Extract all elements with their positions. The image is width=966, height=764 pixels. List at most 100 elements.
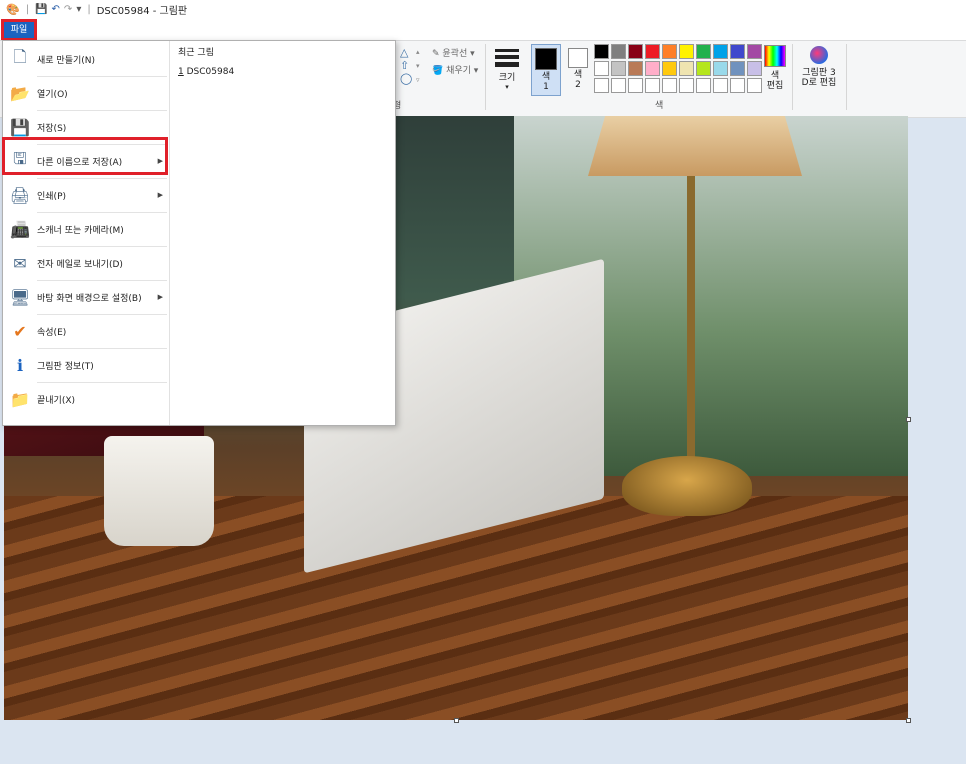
color1-button[interactable]: 색 1 — [531, 44, 561, 96]
color-spectrum-icon — [764, 45, 786, 67]
size-button[interactable]: 크기 ▾ — [493, 46, 521, 91]
colors-group-label: 색 — [655, 101, 664, 111]
file-menu-item[interactable]: ✔ 속성(E) — [3, 314, 169, 348]
submenu-arrow-icon: ▶ — [157, 191, 163, 199]
file-menu: 🗋 새로 만들기(N) 📂 열기(O) 💾 저장(S) 🖫 다른 이름으로 저장(A) ▶ 🖨 인쇄… — [2, 40, 396, 426]
file-menu-item[interactable]: 🗋 새로 만들기(N) — [3, 42, 169, 76]
palette-swatch[interactable] — [628, 44, 643, 59]
file-menu-item[interactable]: ℹ 그림판 정보(T) — [3, 348, 169, 382]
toolbar-separator: | — [25, 4, 30, 15]
palette-swatch[interactable] — [645, 44, 660, 59]
edit-colors-label: 색 편집 — [766, 71, 784, 91]
file-menu-item-label: 새로 만들기(N) — [37, 55, 96, 66]
edit-with-paint3d-button[interactable]: 그림판 3 D로 편집 — [797, 46, 841, 88]
open-folder-icon: 📂 — [10, 83, 30, 103]
palette-swatch[interactable] — [662, 78, 677, 93]
palette-swatch[interactable] — [713, 78, 728, 93]
palette-swatch[interactable] — [730, 44, 745, 59]
ribbon-tab-row — [0, 18, 966, 40]
resize-handle-corner[interactable] — [906, 718, 911, 723]
paint3d-icon — [810, 46, 828, 64]
recent-pictures-title: 최근 그림 — [178, 48, 214, 58]
arrow-shape-icon[interactable]: ⇧ — [400, 59, 409, 72]
palette-swatch[interactable] — [662, 44, 677, 59]
file-menu-item-label: 끝내기(X) — [37, 395, 76, 406]
chevron-down-icon: ▾ — [505, 83, 509, 91]
file-menu-item[interactable]: 📁 끝내기(X) — [3, 382, 169, 416]
redo-icon[interactable]: ↷ — [64, 4, 72, 15]
palette-swatch[interactable] — [628, 78, 643, 93]
window-title: DSC05984 - 그림판 — [96, 6, 188, 17]
file-menu-item[interactable]: 📂 열기(O) — [3, 76, 169, 110]
callout-shape-icon[interactable]: ◯ — [400, 72, 412, 85]
scroll-down-icon[interactable]: ▾ — [416, 62, 420, 70]
palette-swatch[interactable] — [594, 61, 609, 76]
recent-picture-item[interactable]: 1 DSC05984 — [178, 67, 234, 77]
color2-label: 색 2 — [573, 70, 583, 90]
palette-swatch[interactable] — [747, 61, 762, 76]
file-menu-item-label: 바탕 화면 배경으로 설정(B) — [37, 293, 142, 304]
file-menu-item[interactable]: 🖥 바탕 화면 배경으로 설정(B) ▶ — [3, 280, 169, 314]
new-file-icon: 🗋 — [13, 46, 27, 66]
palette-swatch[interactable] — [628, 61, 643, 76]
resize-handle-right[interactable] — [906, 417, 911, 422]
outline-button[interactable]: ✎ 윤곽선 ▾ — [432, 46, 475, 59]
recent-item-index: 1 — [178, 67, 184, 77]
palette-swatch[interactable] — [679, 61, 694, 76]
file-menu-item[interactable]: 🖨 인쇄(P) ▶ — [3, 178, 169, 212]
palette-swatch[interactable] — [696, 61, 711, 76]
fill-button[interactable]: 🪣 채우기 ▾ — [432, 63, 478, 76]
file-menu-item[interactable]: 📠 스캐너 또는 카메라(M) — [3, 212, 169, 246]
palette-swatch[interactable] — [730, 78, 745, 93]
palette-swatch[interactable] — [645, 61, 660, 76]
submenu-arrow-icon: ▶ — [157, 293, 163, 301]
save-as-highlight — [2, 137, 168, 175]
palette-swatch[interactable] — [594, 44, 609, 59]
save-icon[interactable]: 💾 — [35, 4, 47, 15]
scanner-icon: 📠 — [10, 219, 30, 239]
color2-button[interactable]: 색 2 — [564, 44, 592, 96]
checkmark-icon: ✔ — [13, 321, 27, 341]
palette-swatch[interactable] — [645, 78, 660, 93]
file-menu-item-label: 그림판 정보(T) — [37, 361, 94, 372]
palette-swatch[interactable] — [730, 61, 745, 76]
shapes-gallery[interactable]: △ ⇧ ◯ ▴ ▾ ▿ — [396, 46, 426, 92]
file-menu-item-label: 전자 메일로 보내기(D) — [37, 259, 123, 270]
palette-swatch[interactable] — [713, 44, 728, 59]
exit-folder-icon: 📁 — [10, 389, 30, 409]
scroll-up-icon[interactable]: ▴ — [416, 48, 420, 56]
palette-swatch[interactable] — [611, 44, 626, 59]
palette-swatch[interactable] — [594, 78, 609, 93]
palette-swatch[interactable] — [713, 61, 728, 76]
expand-gallery-icon[interactable]: ▿ — [416, 76, 420, 84]
edit-colors-button[interactable]: 색 편집 — [762, 45, 788, 91]
recent-pictures-panel: 최근 그림 1 DSC05984 — [169, 41, 396, 425]
undo-icon[interactable]: ↶ — [52, 4, 60, 15]
file-menu-item-label: 속성(E) — [37, 327, 67, 338]
color1-label: 색 1 — [541, 72, 551, 92]
palette-swatch[interactable] — [611, 61, 626, 76]
info-icon: ℹ — [16, 355, 24, 375]
save-disk-icon: 💾 — [10, 117, 30, 137]
group-divider — [485, 44, 486, 110]
palette-swatch[interactable] — [747, 78, 762, 93]
paint3d-label: 그림판 3 D로 편집 — [801, 68, 837, 88]
file-menu-commands: 🗋 새로 만들기(N) 📂 열기(O) 💾 저장(S) 🖫 다른 이름으로 저장(A) ▶ 🖨 인쇄… — [3, 41, 169, 425]
customize-toolbar-icon[interactable]: ▾ — [76, 4, 81, 15]
palette-swatch[interactable] — [696, 78, 711, 93]
palette-swatch[interactable] — [679, 44, 694, 59]
palette-swatch[interactable] — [679, 78, 694, 93]
recent-item-name: DSC05984 — [186, 67, 235, 77]
palette-swatch[interactable] — [747, 44, 762, 59]
paint-app-icon[interactable]: 🎨 — [6, 3, 20, 16]
resize-handle-bottom[interactable] — [454, 718, 459, 723]
email-icon: ✉ — [13, 253, 27, 273]
palette-swatch[interactable] — [696, 44, 711, 59]
triangle-shape-icon[interactable]: △ — [400, 46, 408, 59]
group-divider — [846, 44, 847, 110]
quick-access-toolbar: 🎨 | 💾 ↶ ↷ ▾ | DSC05984 - 그림판 — [6, 2, 187, 17]
title-bar: 🎨 | 💾 ↶ ↷ ▾ | DSC05984 - 그림판 — [0, 0, 966, 18]
palette-swatch[interactable] — [611, 78, 626, 93]
palette-swatch[interactable] — [662, 61, 677, 76]
file-menu-item[interactable]: ✉ 전자 메일로 보내기(D) — [3, 246, 169, 280]
